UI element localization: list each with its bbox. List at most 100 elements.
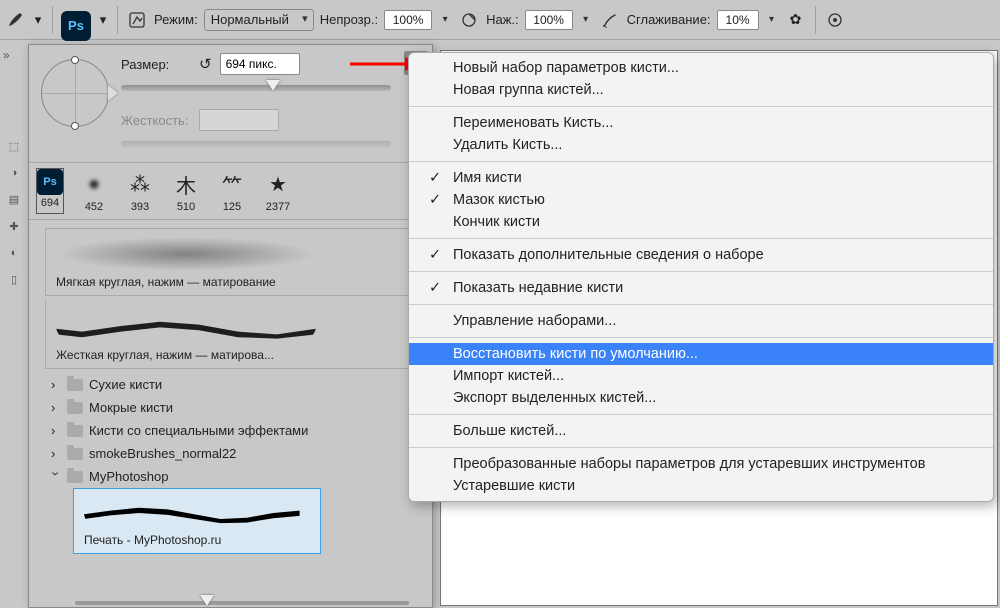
hardness-label: Жесткость: [121,113,191,128]
strip-glyph: ◑ [11,167,18,179]
hardness-input [199,109,279,131]
strip-glyph: ✚ [9,220,18,233]
left-flyout-strip: ⬚ ◑ ▤ ✚ ◐ ▯ [5,140,23,596]
folder-icon [67,402,83,414]
strip-glyph: ◐ [11,247,18,259]
tree-item-wet[interactable]: ›Мокрые кисти [45,396,416,419]
flow-dropdown[interactable]: ▾ [579,10,593,30]
brush-branch-icon: ★ [263,169,293,199]
folder-icon [67,425,83,437]
brush-picker-panel: ✿ Размер: ↺ Жесткость: Ps 6 [28,44,433,608]
menu-item[interactable]: Мазок кистью [409,189,993,211]
tree-item-myps[interactable]: ›MyPhotoshop [45,465,416,488]
menu-separator [409,414,993,415]
brush-tool-icon[interactable] [4,9,26,31]
folder-label: Кисти со специальными эффектами [89,423,308,438]
menu-item[interactable]: Экспорт выделенных кистей... [409,387,993,409]
stroke-preview [84,497,304,529]
smoothing-dropdown[interactable]: ▾ [765,10,779,30]
size-label: Размер: [121,57,191,72]
smoothing-options-icon[interactable]: ✿ [785,9,807,31]
recent-brush-2[interactable]: ⁂ 393 [125,169,155,213]
menu-item[interactable]: Новая группа кистей... [409,79,993,101]
menu-item[interactable]: Переименовать Кисть... [409,112,993,134]
menu-separator [409,238,993,239]
mode-label: Режим: [154,12,198,27]
menu-item[interactable]: Управление наборами... [409,310,993,332]
brush-size-text: 2377 [266,201,290,213]
brush-list: Мягкая круглая, нажим — матирование Жест… [29,220,432,566]
brush-preview-selected[interactable]: Печать - MyPhotoshop.ru [73,488,321,554]
panel-header: Размер: ↺ Жесткость: [29,45,432,163]
brush-splat-icon: ⁂ [125,169,155,199]
brush-angle-control[interactable] [41,59,109,127]
menu-item[interactable]: Кончик кисти [409,211,993,233]
mode-value: Нормальный [211,12,289,27]
menu-item[interactable]: Устаревшие кисти [409,475,993,497]
menu-separator [409,447,993,448]
folder-icon [67,379,83,391]
brush-picker-dropdown[interactable]: ▾ [97,9,109,31]
mode-select[interactable]: Нормальный [204,9,314,31]
brush-preview-swatch[interactable]: Ps [61,11,91,41]
smoothing-value: 10% [726,13,750,27]
folder-label: MyPhotoshop [89,469,169,484]
panel-collapse-chevron[interactable]: » [3,48,10,62]
tree-item-fx[interactable]: ›Кисти со специальными эффектами [45,419,416,442]
strip-glyph: ▯ [11,273,17,286]
brush-preview-soft[interactable]: Мягкая круглая, нажим — матирование [45,228,416,296]
tree-item-dry[interactable]: ›Сухие кисти [45,373,416,396]
menu-item[interactable]: Больше кистей... [409,420,993,442]
menu-item[interactable]: Показать недавние кисти [409,277,993,299]
brush-preview-hard[interactable]: Жесткая круглая, нажим — матирова... [45,300,416,369]
menu-item[interactable]: Имя кисти [409,167,993,189]
menu-item[interactable]: Преобразованные наборы параметров для ус… [409,453,993,475]
recent-brush-5[interactable]: ★ 2377 [263,169,293,213]
brush-size-text: 393 [131,201,149,213]
size-input[interactable] [220,53,300,75]
opacity-input[interactable]: 100% [384,10,432,30]
menu-item[interactable]: Восстановить кисти по умолчанию... [409,343,993,365]
pressure-opacity-icon[interactable] [458,9,480,31]
flow-input[interactable]: 100% [525,10,573,30]
brush-name-text: Печать - MyPhotoshop.ru [84,533,221,547]
menu-separator [409,337,993,338]
recent-brush-1[interactable]: ● 452 [79,169,109,213]
recent-brush-0[interactable]: Ps 694 [37,169,63,213]
menu-item[interactable]: Показать дополнительные сведения о набор… [409,244,993,266]
brush-name-text: Жесткая круглая, нажим — матирова... [56,348,274,362]
folder-label: smokeBrushes_normal22 [89,446,236,461]
pressure-size-icon[interactable] [824,9,846,31]
ps-logo-thumb: Ps [37,169,63,195]
folder-icon [67,448,83,460]
flow-value: 100% [533,13,564,27]
brush-tree-icon: ⽊ [171,169,201,199]
brush-panel-context-menu: Новый набор параметров кисти...Новая гру… [408,52,994,502]
menu-item[interactable]: Удалить Кисть... [409,134,993,156]
menu-separator [409,304,993,305]
folder-icon [67,471,83,483]
folder-label: Мокрые кисти [89,400,173,415]
opacity-value: 100% [393,13,424,27]
stroke-preview [56,308,316,344]
brush-dot-icon: ● [79,169,109,199]
menu-item[interactable]: Импорт кистей... [409,365,993,387]
recent-brush-4[interactable]: ⺮ 125 [217,169,247,213]
tool-preset-dropdown[interactable]: ▾ [32,9,44,31]
brush-settings-icon[interactable] [126,9,148,31]
menu-separator [409,271,993,272]
recent-brush-3[interactable]: ⽊ 510 [171,169,201,213]
thumbnail-size-slider[interactable] [75,601,409,605]
opacity-dropdown[interactable]: ▾ [438,10,452,30]
brush-size-text: 694 [41,197,59,209]
menu-separator [409,161,993,162]
strip-glyph: ⬚ [9,140,19,153]
menu-item[interactable]: Новый набор параметров кисти... [409,57,993,79]
size-slider[interactable] [121,85,391,91]
smoothing-label: Сглаживание: [627,12,711,27]
airbrush-icon[interactable] [599,9,621,31]
recent-brushes-row: Ps 694 ● 452 ⁂ 393 ⽊ 510 ⺮ 125 ★ 2377 [29,163,432,220]
smoothing-input[interactable]: 10% [717,10,759,30]
reset-size-icon[interactable]: ↺ [199,55,212,73]
tree-item-smoke[interactable]: ›smokeBrushes_normal22 [45,442,416,465]
